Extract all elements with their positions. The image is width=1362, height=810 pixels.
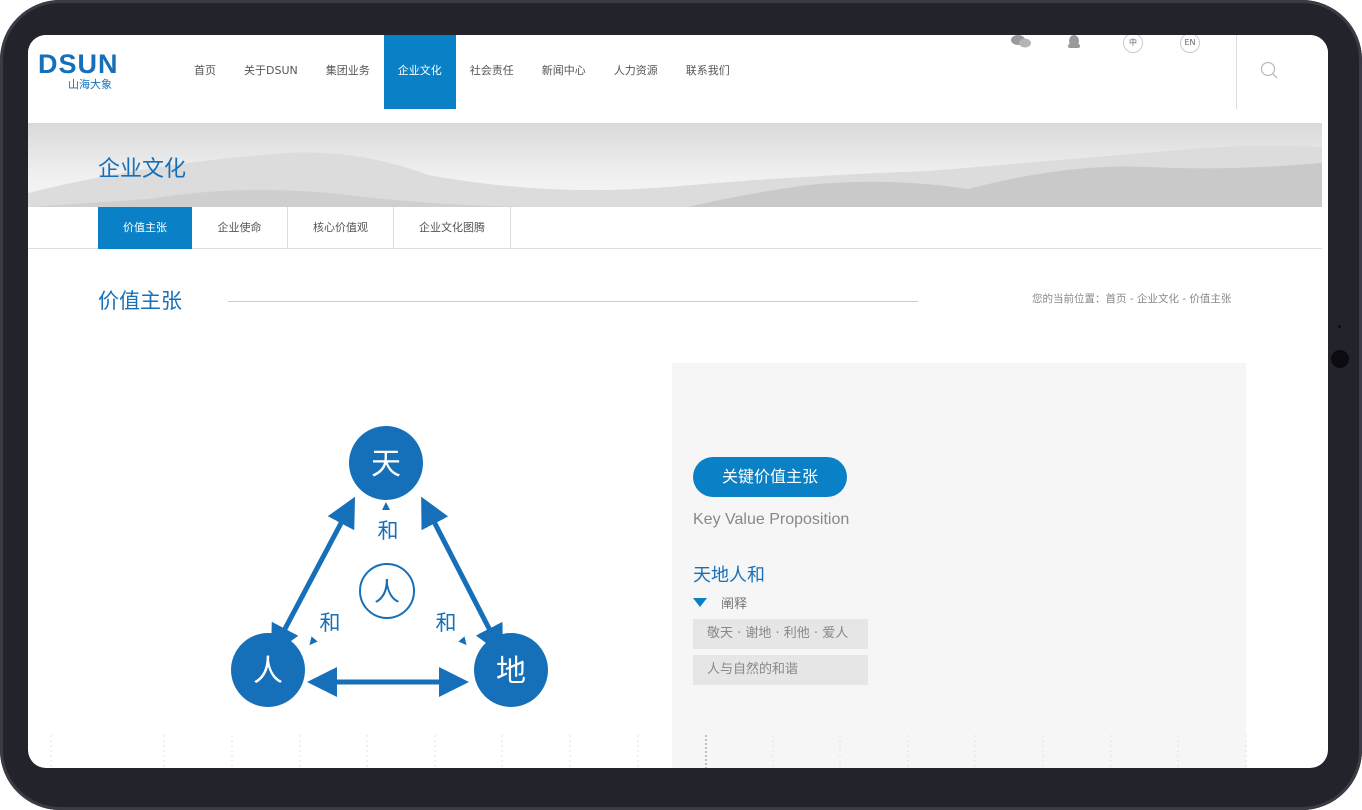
tab-value-proposition[interactable]: 价值主张	[98, 207, 192, 249]
tag-item: 人与自然的和谐	[693, 655, 868, 685]
node-heaven-label: 天	[371, 447, 401, 482]
edge-label-right: 和	[436, 611, 457, 635]
nav-item-culture[interactable]: 企业文化	[383, 35, 456, 109]
section-title: 价值主张	[98, 289, 182, 313]
tab-mission[interactable]: 企业使命	[192, 207, 288, 249]
nav-item-home[interactable]: 首页	[180, 35, 230, 109]
subtabs-bar: 价值主张 企业使命 核心价值观 企业文化图腾	[28, 207, 1322, 249]
breadcrumb: 您的当前位置：首页 - 企业文化 - 价值主张	[1032, 293, 1232, 305]
logo[interactable]: DSUN 山海大象	[38, 49, 128, 93]
harmony-diagram: 天 人 地 人 和 和 和	[231, 426, 548, 707]
nav-item-hr[interactable]: 人力资源	[600, 35, 672, 109]
subtab-row: 价值主张 企业使命 核心价值观 企业文化图腾	[98, 207, 511, 249]
nav-item-responsibility[interactable]: 社会责任	[456, 35, 528, 109]
main-nav: 首页 关于DSUN 集团业务 企业文化 社会责任 新闻中心 人力资源 联系我们	[180, 35, 744, 109]
edge-label-top: 和	[378, 519, 399, 543]
lang-en-button[interactable]: EN	[1180, 35, 1200, 53]
tab-core-values[interactable]: 核心价值观	[288, 207, 394, 249]
site-header: DSUN 山海大象 首页 关于DSUN 集团业务 企业文化 社会责任 新闻中心 …	[28, 35, 1328, 123]
node-center-label: 人	[374, 578, 400, 608]
search-icon[interactable]	[1260, 61, 1278, 79]
tag-item: 敬天 · 谢地 · 利他 · 爱人	[693, 619, 868, 649]
edge-label-left: 和	[320, 611, 341, 635]
node-human-label: 人	[253, 654, 283, 689]
value-panel: 关键价值主张 Key Value Proposition 天地人和 阐释 敬天 …	[672, 363, 1246, 768]
camera	[1331, 350, 1349, 368]
nav-item-contact[interactable]: 联系我们	[672, 35, 744, 109]
key-value-subtitle: Key Value Proposition	[693, 511, 850, 528]
screen: DSUN 山海大象 首页 关于DSUN 集团业务 企业文化 社会责任 新闻中心 …	[28, 35, 1328, 768]
node-earth-label: 地	[496, 654, 526, 689]
caret-down-icon	[693, 597, 707, 607]
tab-totem[interactable]: 企业文化图腾	[394, 207, 511, 249]
small-arrow-left	[309, 636, 318, 646]
header-divider	[1236, 35, 1237, 109]
small-arrow-right	[458, 636, 467, 646]
lang-zh-button[interactable]: 中	[1123, 35, 1143, 53]
page-banner: 企业文化	[28, 123, 1322, 207]
small-arrow-top	[382, 502, 390, 510]
nav-item-news[interactable]: 新闻中心	[528, 35, 600, 109]
qq-icon[interactable]	[1066, 35, 1082, 49]
logo-subtext: 山海大象	[68, 78, 112, 91]
nav-item-business[interactable]: 集团业务	[312, 35, 384, 109]
sensor	[1338, 325, 1341, 328]
panel-heading: 天地人和	[693, 565, 765, 586]
explain-toggle[interactable]: 阐释	[693, 593, 748, 612]
section-divider	[228, 301, 918, 302]
key-value-pill-button[interactable]: 关键价值主张	[693, 457, 847, 497]
mountain-background	[28, 145, 1322, 207]
nav-item-about[interactable]: 关于DSUN	[230, 35, 312, 109]
footer-dashed-lines	[50, 735, 1247, 768]
explain-label: 阐释	[721, 596, 748, 612]
wechat-icon[interactable]	[1010, 35, 1032, 49]
banner-title: 企业文化	[98, 157, 187, 182]
